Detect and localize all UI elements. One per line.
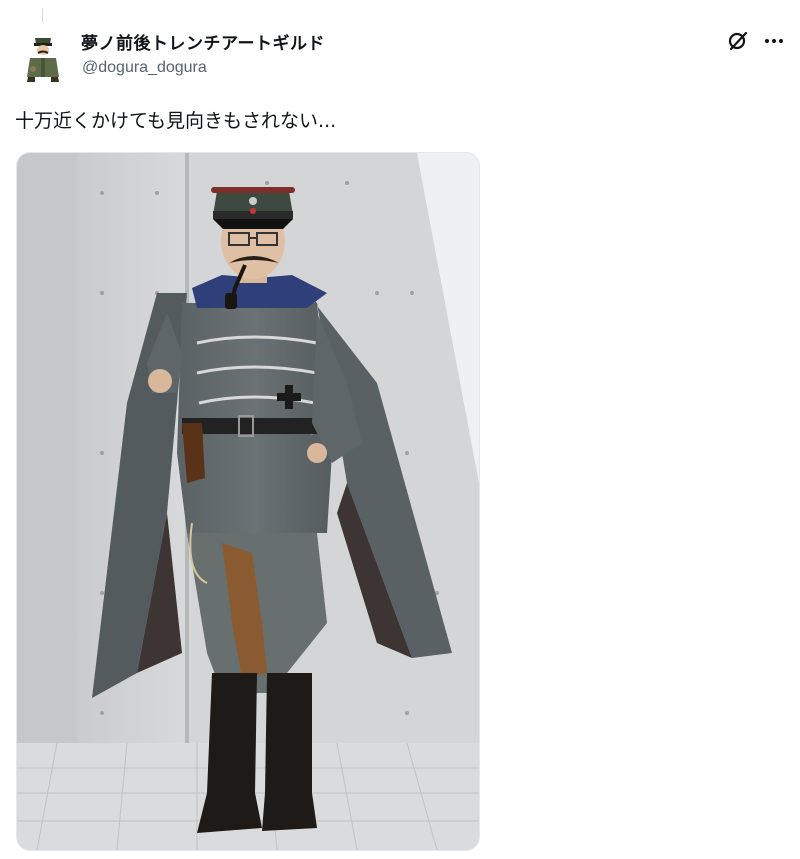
top-divider [0,0,800,22]
avatar[interactable] [23,27,63,83]
author-display-name[interactable]: 夢ノ前後トレンチアートギルド [81,29,325,54]
author-handle[interactable]: @dogura_dogura [82,59,207,77]
more-dots-icon[interactable] [762,29,786,53]
grok-slash-circle-icon[interactable] [726,29,750,53]
post-photo[interactable] [16,152,480,851]
thread-line [42,8,43,22]
post-text: 十万近くかけても見向きもされない... [15,110,337,132]
